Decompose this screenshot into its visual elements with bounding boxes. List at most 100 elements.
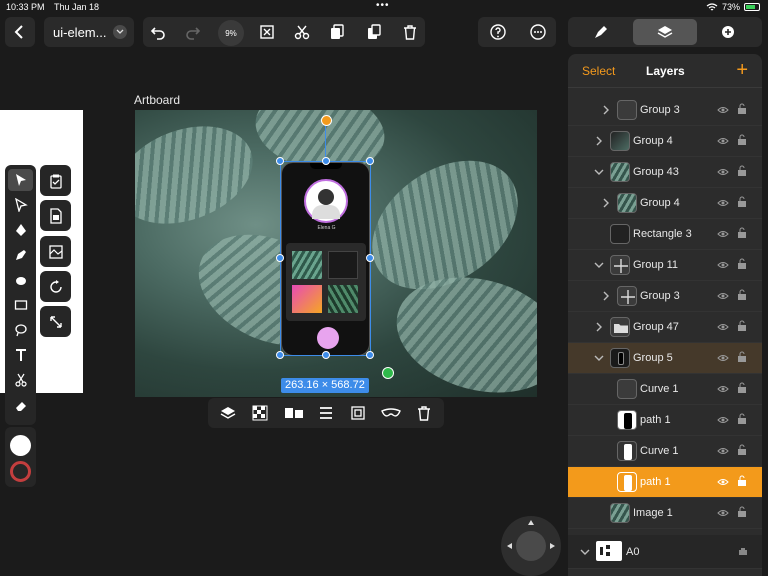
printer-icon[interactable] <box>738 547 748 557</box>
layer-row[interactable]: Group 5 <box>568 343 762 374</box>
chevron-right-icon[interactable] <box>594 322 604 332</box>
resize-handle-tr[interactable] <box>366 157 374 165</box>
brush-tool[interactable] <box>8 269 33 291</box>
layer-row[interactable]: Group 3 <box>568 95 762 126</box>
eye-icon[interactable] <box>717 446 729 456</box>
mask-icon[interactable] <box>381 405 401 421</box>
document-tool[interactable] <box>40 200 71 231</box>
layer-row[interactable]: Group 43 <box>568 157 762 188</box>
unlock-icon[interactable] <box>737 258 747 270</box>
delete-button[interactable] <box>395 17 425 47</box>
layer-row[interactable]: Group 3 <box>568 281 762 312</box>
unlock-icon[interactable] <box>737 475 747 487</box>
fill-color-swatch[interactable] <box>10 461 31 482</box>
image-tool[interactable] <box>40 236 71 267</box>
scissors-tool[interactable] <box>8 369 33 391</box>
multitask-dots-icon[interactable]: ••• <box>376 0 390 11</box>
layer-row[interactable]: Group 4 <box>568 126 762 157</box>
unlock-icon[interactable] <box>737 351 747 363</box>
node-tool[interactable] <box>8 194 33 216</box>
chevron-down-icon[interactable] <box>594 353 604 363</box>
chevron-right-icon[interactable] <box>601 198 611 208</box>
text-tool[interactable] <box>8 344 33 366</box>
eraser-tool[interactable] <box>8 395 33 417</box>
resize-handle-l[interactable] <box>276 254 284 262</box>
paste-button[interactable] <box>359 17 389 47</box>
transform-icon[interactable] <box>350 405 366 421</box>
align-icon[interactable] <box>284 405 304 421</box>
zoom-level[interactable]: 9% <box>218 20 244 46</box>
lasso-tool[interactable] <box>8 319 33 341</box>
layer-row[interactable]: Curve 1 <box>568 374 762 405</box>
chevron-down-icon[interactable] <box>594 260 604 270</box>
layer-row[interactable]: Rectangle 3 <box>568 219 762 250</box>
unlock-icon[interactable] <box>737 227 747 239</box>
cut-button[interactable] <box>287 17 317 47</box>
crop-button[interactable] <box>252 17 282 47</box>
chevron-right-icon[interactable] <box>594 136 604 146</box>
chevron-down-icon[interactable] <box>580 547 590 557</box>
eye-icon[interactable] <box>717 322 729 332</box>
layer-row[interactable]: Group 47 <box>568 312 762 343</box>
unlock-icon[interactable] <box>737 165 747 177</box>
pen-tool[interactable] <box>8 219 33 241</box>
eye-icon[interactable] <box>717 353 729 363</box>
eye-icon[interactable] <box>717 508 729 518</box>
eye-icon[interactable] <box>717 384 729 394</box>
nudge-joystick[interactable] <box>501 516 561 576</box>
scale-tool[interactable] <box>40 306 71 337</box>
unlock-icon[interactable] <box>737 320 747 332</box>
unlock-icon[interactable] <box>737 413 747 425</box>
eye-icon[interactable] <box>717 260 729 270</box>
unlock-icon[interactable] <box>737 103 747 115</box>
distribute-icon[interactable] <box>318 405 334 421</box>
clipboard-tool[interactable] <box>40 165 71 196</box>
rotate-tool[interactable] <box>40 271 71 302</box>
rotate-handle[interactable] <box>321 115 332 126</box>
unlock-icon[interactable] <box>737 382 747 394</box>
unlock-icon[interactable] <box>737 289 747 301</box>
unlock-icon[interactable] <box>737 196 747 208</box>
eye-icon[interactable] <box>717 136 729 146</box>
layer-row[interactable]: path 1 <box>568 405 762 436</box>
resize-handle-b[interactable] <box>322 351 330 359</box>
artboard-layer-row[interactable]: A0 <box>568 535 762 569</box>
eye-icon[interactable] <box>717 229 729 239</box>
copy-button[interactable] <box>322 17 352 47</box>
layer-row-selected[interactable]: path 1 <box>568 467 762 498</box>
unlock-icon[interactable] <box>737 444 747 456</box>
resize-handle-bl[interactable] <box>276 351 284 359</box>
undo-button[interactable] <box>143 17 173 47</box>
layer-row[interactable]: Group 11 <box>568 250 762 281</box>
selection-box[interactable] <box>280 161 371 356</box>
eye-icon[interactable] <box>717 415 729 425</box>
layer-row[interactable]: Image 1 <box>568 498 762 529</box>
tab-layers[interactable] <box>633 19 697 45</box>
resize-handle-t[interactable] <box>322 157 330 165</box>
eye-icon[interactable] <box>717 477 729 487</box>
trash-icon-context[interactable] <box>416 405 432 421</box>
chevron-down-icon[interactable] <box>594 167 604 177</box>
rectangle-tool[interactable] <box>8 294 33 316</box>
eye-icon[interactable] <box>717 167 729 177</box>
checkerboard-icon[interactable] <box>252 405 268 421</box>
eye-icon[interactable] <box>717 291 729 301</box>
eye-icon[interactable] <box>717 105 729 115</box>
corner-radius-handle[interactable] <box>382 367 394 379</box>
select-tool[interactable] <box>8 169 33 191</box>
layer-row[interactable]: Curve 1 <box>568 436 762 467</box>
unlock-icon[interactable] <box>737 134 747 146</box>
more-button[interactable] <box>523 17 553 47</box>
pencil-tool[interactable] <box>8 244 33 266</box>
eye-icon[interactable] <box>717 198 729 208</box>
back-button[interactable] <box>5 17 35 47</box>
resize-handle-tl[interactable] <box>276 157 284 165</box>
resize-handle-r[interactable] <box>366 254 374 262</box>
resize-handle-br[interactable] <box>366 351 374 359</box>
arrange-icon[interactable] <box>220 405 236 421</box>
layer-row[interactable]: Group 4 <box>568 188 762 219</box>
tab-style[interactable] <box>586 17 616 47</box>
add-layer-button[interactable]: + <box>736 59 748 82</box>
unlock-icon[interactable] <box>737 506 747 518</box>
select-button[interactable]: Select <box>582 64 615 78</box>
